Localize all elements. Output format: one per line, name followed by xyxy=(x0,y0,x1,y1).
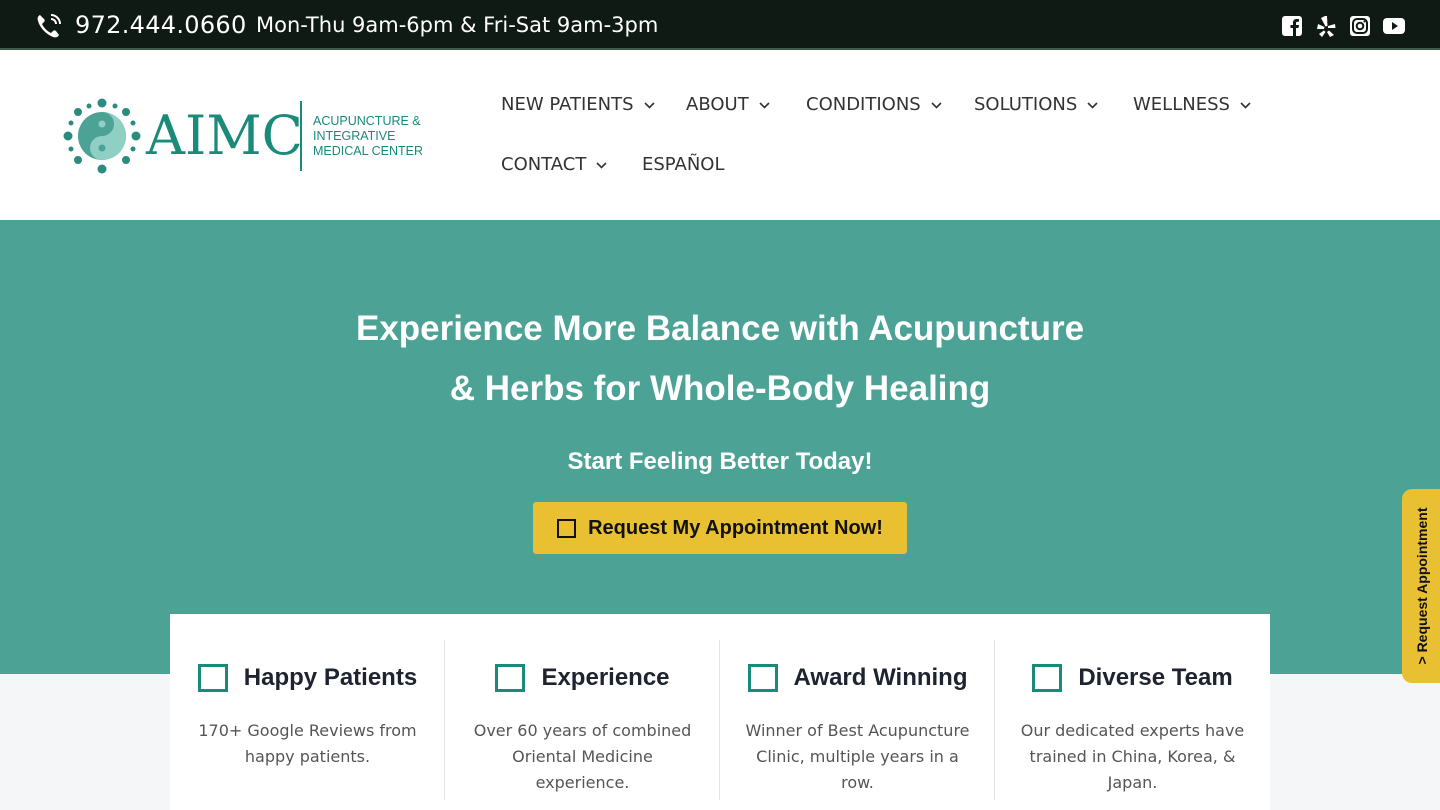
feature-icon xyxy=(1032,664,1063,692)
feature-icon xyxy=(197,664,228,692)
nav-wellness[interactable]: WELLNESS xyxy=(1133,94,1251,115)
feature-desc: Our dedicated experts have trained in Ch… xyxy=(1020,721,1245,792)
nav-about[interactable]: ABOUT xyxy=(686,94,770,115)
svg-text:ACUPUNCTURE &: ACUPUNCTURE & xyxy=(313,114,421,128)
feature-award-winning: Award Winning Winner of Best Acupuncture… xyxy=(720,640,995,810)
nav-new-patients[interactable]: NEW PATIENTS xyxy=(501,94,655,115)
features-panel: Happy Patients 170+ Google Reviews from … xyxy=(170,614,1270,810)
feature-experience: Experience Over 60 years of combined Ori… xyxy=(445,640,720,810)
feature-title: Award Winning xyxy=(793,664,968,691)
youtube-icon[interactable] xyxy=(1383,15,1405,37)
feature-icon xyxy=(747,664,778,692)
nav-label: SOLUTIONS xyxy=(974,94,1078,115)
nav-label: NEW PATIENTS xyxy=(501,94,634,115)
nav-conditions[interactable]: CONDITIONS xyxy=(806,94,942,115)
nav-label: CONTACT xyxy=(501,154,587,175)
feature-icon xyxy=(495,664,526,692)
hero-title: Experience More Balance with Acupuncture… xyxy=(0,299,1440,419)
feature-title: Happy Patients xyxy=(243,664,418,691)
nav-label: WELLNESS xyxy=(1133,94,1230,115)
nav-label: ESPAÑOL xyxy=(642,154,725,175)
hero-title-line-2: & Herbs for Whole-Body Healing xyxy=(449,369,991,408)
hero-subtitle: Start Feeling Better Today! xyxy=(567,448,873,475)
phone-link[interactable]: 972.444.0660 xyxy=(75,11,247,39)
feature-desc: Winner of Best Acupuncture Clinic, multi… xyxy=(745,721,970,792)
nav-contact[interactable]: CONTACT xyxy=(501,154,607,175)
chevron-down-icon xyxy=(1240,101,1251,109)
nav-espanol[interactable]: ESPAÑOL xyxy=(642,154,724,175)
site-header: AIMC ACUPUNCTURE & INTEGRATIVE MEDICAL C… xyxy=(0,50,1440,220)
side-tab-label: > Request Appointment xyxy=(1414,507,1430,665)
feature-title: Diverse Team xyxy=(1078,664,1233,691)
business-hours: Mon-Thu 9am-6pm & Fri-Sat 9am-3pm xyxy=(256,13,659,37)
request-appointment-button[interactable]: Request My Appointment Now! xyxy=(533,502,907,554)
facebook-icon[interactable] xyxy=(1281,15,1303,37)
nav-label: CONDITIONS xyxy=(806,94,921,115)
svg-text:MEDICAL CENTER: MEDICAL CENTER xyxy=(313,144,422,158)
chevron-down-icon xyxy=(759,101,770,109)
top-bar: 972.444.0660 Mon-Thu 9am-6pm & Fri-Sat 9… xyxy=(0,0,1440,50)
chevron-down-icon xyxy=(931,101,942,109)
feature-desc: 170+ Google Reviews from happy patients. xyxy=(198,721,417,766)
yelp-icon[interactable] xyxy=(1315,15,1337,37)
aimc-logo[interactable]: AIMC ACUPUNCTURE & INTEGRATIVE MEDICAL C… xyxy=(62,98,422,176)
instagram-icon[interactable] xyxy=(1349,15,1371,37)
feature-title: Experience xyxy=(541,664,670,691)
phone-icon xyxy=(37,14,61,38)
hero-section: Experience More Balance with Acupuncture… xyxy=(0,220,1440,674)
hero-title-line-1: Experience More Balance with Acupuncture xyxy=(355,309,1085,348)
chevron-down-icon xyxy=(1087,101,1098,109)
chevron-down-icon xyxy=(643,101,655,109)
calendar-icon xyxy=(557,518,577,538)
feature-happy-patients: Happy Patients 170+ Google Reviews from … xyxy=(170,640,445,810)
cta-label: Request My Appointment Now! xyxy=(588,516,883,539)
feature-diverse-team: Diverse Team Our dedicated experts have … xyxy=(995,640,1270,810)
svg-text:INTEGRATIVE: INTEGRATIVE xyxy=(313,129,395,143)
request-appointment-side-tab[interactable]: > Request Appointment xyxy=(1402,489,1440,683)
chevron-down-icon xyxy=(596,161,607,169)
nav-solutions[interactable]: SOLUTIONS xyxy=(974,94,1098,115)
nav-label: ABOUT xyxy=(686,94,749,115)
feature-desc: Over 60 years of combined Oriental Medic… xyxy=(473,721,692,792)
svg-text:AIMC: AIMC xyxy=(145,104,303,167)
yin-yang-logo-icon xyxy=(63,98,141,174)
